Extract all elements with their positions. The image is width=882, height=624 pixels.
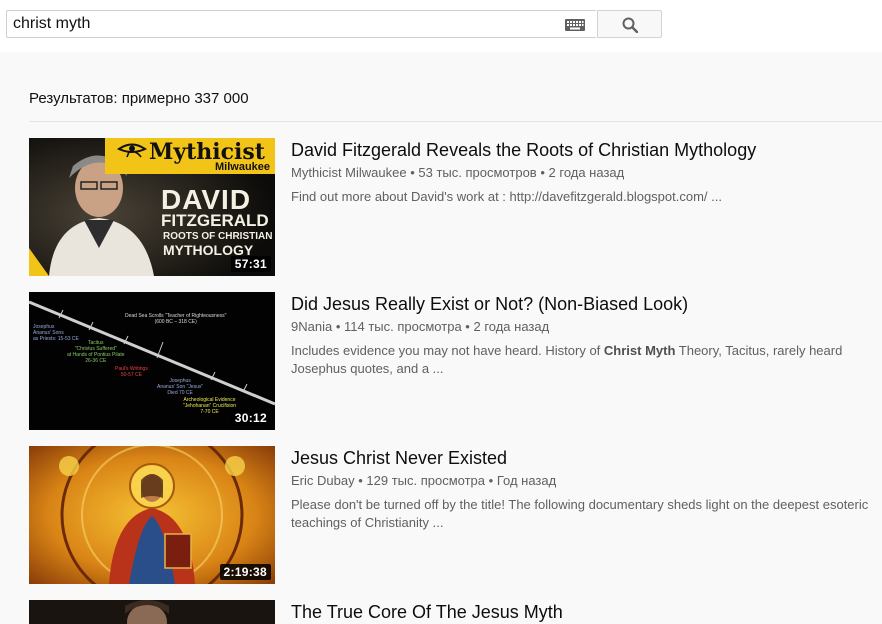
video-result[interactable]: Mythicist Milwaukee DAVID FITZGERALD ROO… — [29, 138, 882, 276]
search-input[interactable] — [7, 11, 547, 37]
thumbnail-art — [29, 600, 275, 624]
video-result[interactable]: The True Core Of The Jesus Myth — [29, 600, 882, 624]
video-thumbnail[interactable]: Mythicist Milwaukee DAVID FITZGERALD ROO… — [29, 138, 275, 276]
video-meta: 9Nania • 114 тыс. просмотра • 2 года наз… — [291, 319, 549, 334]
separator: • — [335, 319, 341, 334]
separator: • — [410, 165, 415, 180]
timeline-label: Dead Sea Scrolls "Teacher of Righteousne… — [125, 313, 227, 325]
search-box[interactable] — [6, 10, 596, 38]
timeline-label: Tacitus "Christus Suffered" at Hands of Po… — [67, 340, 125, 364]
separator: • — [358, 473, 363, 488]
results-count: Результатов: примерно 337 000 — [29, 90, 249, 107]
separator: • — [465, 319, 470, 334]
video-meta: Eric Dubay • 129 тыс. просмотра • Год на… — [291, 473, 556, 488]
view-count: 129 тыс. просмотра — [366, 473, 486, 488]
video-description: Includes evidence you may not have heard… — [291, 343, 843, 376]
eye-of-horus-icon — [117, 143, 147, 158]
thumb-line2: FITZGERALD — [161, 211, 269, 230]
thumb-line3: ROOTS OF CHRISTIAN — [163, 231, 273, 242]
video-duration: 30:12 — [230, 410, 271, 426]
masthead — [0, 0, 882, 52]
timeline-label: Paul's Writings 50-57 CE — [115, 366, 148, 378]
channel-name[interactable]: Eric Dubay — [291, 473, 355, 488]
video-result[interactable]: 2:19:38 Jesus Christ Never Existed Eric … — [29, 446, 882, 584]
divider — [29, 121, 882, 122]
upload-age: 2 года назад — [473, 319, 550, 334]
timeline-label: Josephus Ananus' Son "Jesus" Died 70 CE — [157, 378, 204, 396]
thumb-brand-sub: Milwaukee — [215, 161, 271, 173]
upload-age: Год назад — [496, 473, 557, 488]
video-result[interactable]: Dead Sea Scrolls "Teacher of Righteousne… — [29, 292, 882, 430]
video-thumbnail[interactable]: Dead Sea Scrolls "Teacher of Righteousne… — [29, 292, 275, 430]
upload-age: 2 года назад — [548, 165, 625, 180]
video-title[interactable]: David Fitzgerald Reveals the Roots of Ch… — [291, 140, 756, 161]
timeline-label: Archeological Evidence "Jehohanan" Crucif… — [183, 397, 237, 415]
search-button[interactable] — [597, 10, 662, 38]
channel-name[interactable]: Mythicist Milwaukee — [291, 165, 407, 180]
video-description: Please don't be turned off by the title!… — [291, 497, 869, 530]
channel-name[interactable]: 9Nania — [291, 319, 332, 334]
view-count: 53 тыс. просмотров — [418, 165, 537, 180]
video-description: Find out more about David's work at : ht… — [291, 189, 722, 204]
video-thumbnail[interactable] — [29, 600, 275, 624]
video-title[interactable]: The True Core Of The Jesus Myth — [291, 602, 563, 623]
query-highlight: Christ Myth — [603, 343, 676, 358]
separator: • — [540, 165, 545, 180]
video-title[interactable]: Jesus Christ Never Existed — [291, 448, 507, 469]
video-title[interactable]: Did Jesus Really Exist or Not? (Non-Bias… — [291, 294, 688, 315]
video-duration: 2:19:38 — [219, 564, 271, 580]
video-thumbnail[interactable]: 2:19:38 — [29, 446, 275, 584]
search-icon — [622, 17, 638, 33]
video-duration: 57:31 — [230, 256, 271, 272]
view-count: 114 тыс. просмотра — [344, 319, 462, 334]
video-meta: Mythicist Milwaukee • 53 тыс. просмотров… — [291, 165, 624, 180]
keyboard-icon[interactable] — [565, 19, 585, 31]
separator: • — [488, 473, 494, 488]
